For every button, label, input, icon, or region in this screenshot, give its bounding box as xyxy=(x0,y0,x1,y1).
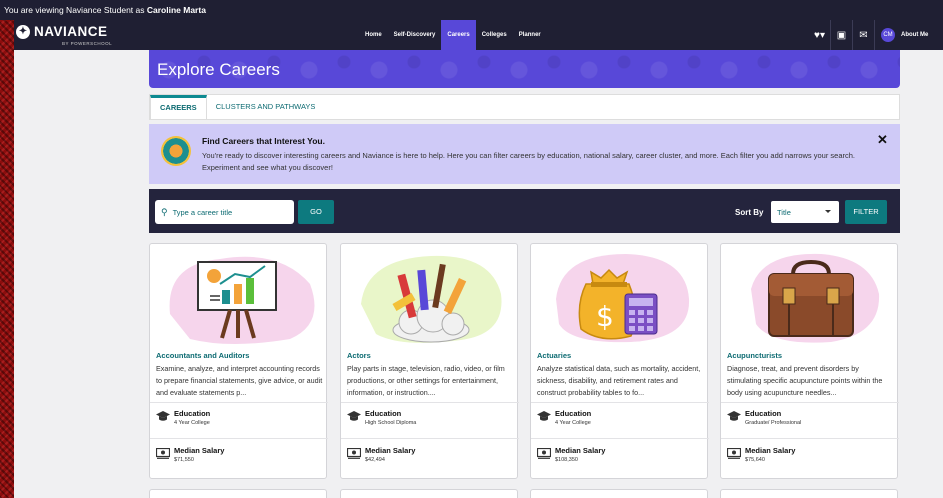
career-description: Analyze statistical data, such as mortal… xyxy=(537,364,701,397)
education-label: Education xyxy=(174,409,211,418)
sort-by-label: Sort By xyxy=(735,208,764,217)
naviance-logo-icon: ✦ xyxy=(16,25,30,39)
svg-text:$: $ xyxy=(596,300,614,333)
salary-label: Median Salary xyxy=(555,446,606,455)
education-label: Education xyxy=(365,409,402,418)
money-bag-illustration-icon: $ xyxy=(556,254,690,343)
close-icon[interactable]: ✕ xyxy=(877,132,888,148)
salary-value: $42,494 xyxy=(365,457,385,463)
career-card[interactable]: Acupuncturists Diagnose, treat, and prev… xyxy=(720,243,899,479)
divider xyxy=(150,438,328,439)
money-icon xyxy=(347,448,361,459)
tab-careers[interactable]: CAREERS xyxy=(150,95,207,119)
about-me-link[interactable]: About Me xyxy=(901,32,928,38)
graduation-cap-icon xyxy=(156,411,170,421)
education-label: Education xyxy=(745,409,782,418)
nav-careers[interactable]: Careers xyxy=(441,20,476,50)
career-card[interactable]: Accountants and Auditors Examine, analyz… xyxy=(149,243,328,479)
nav-self-discovery[interactable]: Self-Discovery xyxy=(388,20,442,50)
salary-value: $75,640 xyxy=(745,457,765,463)
salary-label: Median Salary xyxy=(174,446,225,455)
career-title[interactable]: Actuaries xyxy=(537,351,571,360)
search-icon: ⚲ xyxy=(161,206,168,217)
briefcase-illustration-icon xyxy=(751,253,880,343)
education-value: High School Diploma xyxy=(365,420,417,426)
info-text: You're ready to discover interesting car… xyxy=(202,151,856,172)
info-panel: Find Careers that Interest You. You're r… xyxy=(149,124,900,184)
nav-home[interactable]: Home xyxy=(359,20,388,50)
career-title[interactable]: Acupuncturists xyxy=(727,351,782,360)
main-content: Explore Careers CAREERS CLUSTERS AND PAT… xyxy=(14,50,943,498)
education-label: Education xyxy=(555,409,592,418)
search-toolbar: ⚲ Type a career title GO Sort By Title F… xyxy=(149,189,900,233)
education-value: 4 Year College xyxy=(555,420,591,426)
naviance-logo[interactable]: ✦ NAVIANCE BY POWERSCHOOL xyxy=(16,23,136,49)
career-tabs: CAREERS CLUSTERS AND PATHWAYS xyxy=(149,94,900,120)
career-card[interactable]: $ Actuaries Analyze statistical data, su… xyxy=(530,243,709,479)
page-title: Explore Careers xyxy=(157,60,280,79)
viewing-as-banner: You are viewing Naviance Student as Caro… xyxy=(0,0,943,20)
money-icon xyxy=(727,448,741,459)
salary-value: $71,550 xyxy=(174,457,194,463)
divider xyxy=(531,438,709,439)
page-banner: Explore Careers xyxy=(149,50,900,88)
viewing-as-name: Caroline Marta xyxy=(146,5,206,15)
logo-text: NAVIANCE xyxy=(34,24,108,39)
graduation-cap-icon xyxy=(537,411,551,421)
nav-utilities: ♥▾ ▣ ✉ CM About Me xyxy=(809,20,928,50)
career-card[interactable]: Actors Play parts in stage, television, … xyxy=(340,243,519,479)
career-description: Examine, analyze, and interpret accounti… xyxy=(156,364,323,397)
tab-clusters-pathways[interactable]: CLUSTERS AND PATHWAYS xyxy=(207,95,325,119)
divider xyxy=(341,438,519,439)
graduation-cap-icon xyxy=(727,411,741,421)
career-title[interactable]: Actors xyxy=(347,351,371,360)
divider xyxy=(531,402,709,403)
info-title: Find Careers that Interest You. xyxy=(202,136,325,146)
career-card-partial[interactable] xyxy=(720,489,898,498)
compass-icon xyxy=(161,136,191,166)
logo-subtext: BY POWERSCHOOL xyxy=(62,41,113,46)
chevron-down-icon xyxy=(825,210,831,213)
messages-chat-icon[interactable]: ▣ xyxy=(831,20,853,50)
career-description: Play parts in stage, television, radio, … xyxy=(347,364,505,397)
salary-label: Median Salary xyxy=(365,446,416,455)
nav-planner[interactable]: Planner xyxy=(513,20,547,50)
divider xyxy=(150,402,328,403)
divider xyxy=(721,438,899,439)
career-title[interactable]: Accountants and Auditors xyxy=(156,351,249,360)
education-value: 4 Year College xyxy=(174,420,210,426)
career-card-partial[interactable] xyxy=(530,489,708,498)
money-icon xyxy=(156,448,170,459)
divider xyxy=(721,402,899,403)
sort-selected-value: Title xyxy=(777,208,791,217)
art-supplies-illustration-icon xyxy=(361,255,502,343)
mail-icon[interactable]: ✉ xyxy=(853,20,875,50)
user-avatar[interactable]: CM xyxy=(881,28,895,42)
career-card-partial[interactable] xyxy=(340,489,518,498)
nav-colleges[interactable]: Colleges xyxy=(476,20,513,50)
go-button[interactable]: GO xyxy=(298,200,334,224)
favorites-heart-icon[interactable]: ♥▾ xyxy=(809,20,831,50)
filter-button[interactable]: FILTER xyxy=(845,200,887,224)
viewing-as-text: You are viewing Naviance Student as xyxy=(4,5,145,15)
search-placeholder: Type a career title xyxy=(172,207,233,217)
career-card-partial[interactable] xyxy=(149,489,327,498)
graduation-cap-icon xyxy=(347,411,361,421)
main-nav: Home Self-Discovery Careers Colleges Pla… xyxy=(359,20,547,50)
career-description: Diagnose, treat, and prevent disorders b… xyxy=(727,364,883,397)
education-value: Graduate/ Professional xyxy=(745,420,802,426)
salary-label: Median Salary xyxy=(745,446,796,455)
sort-select[interactable]: Title xyxy=(771,201,839,223)
career-search-input[interactable]: ⚲ Type a career title xyxy=(155,200,294,224)
accounting-illustration-icon xyxy=(169,256,315,344)
salary-value: $108,350 xyxy=(555,457,578,463)
divider xyxy=(341,402,519,403)
money-icon xyxy=(537,448,551,459)
top-navigation: ✦ NAVIANCE BY POWERSCHOOL Home Self-Disc… xyxy=(14,20,943,50)
